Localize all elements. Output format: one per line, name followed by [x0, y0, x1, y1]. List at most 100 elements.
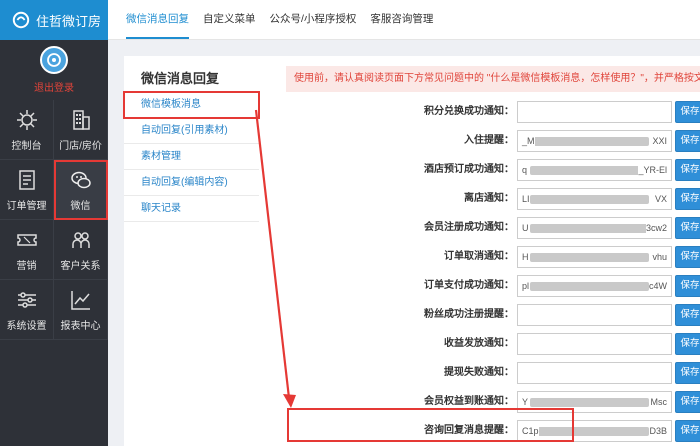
- field-label: 粉丝成功注册提醒：: [424, 309, 514, 320]
- template-id-input[interactable]: LI VX: [517, 188, 672, 210]
- redacted-value: [530, 224, 649, 233]
- user-area: 退出登录: [0, 40, 108, 100]
- nav-label: 客户关系: [60, 260, 101, 272]
- nav-label: 营销: [16, 260, 37, 272]
- nav-label: 系统设置: [6, 320, 47, 332]
- nav-item-reports[interactable]: 报表中心: [54, 280, 108, 340]
- input-value-start: U: [522, 223, 529, 233]
- sub-item-chat-history[interactable]: 聊天记录: [124, 196, 259, 222]
- form-row: 收益发放通知： 保存: [264, 332, 700, 356]
- input-value-end: Msc: [650, 392, 667, 412]
- nav-item-orders[interactable]: 订单管理: [0, 160, 54, 220]
- save-button[interactable]: 保存: [675, 159, 700, 181]
- form-row: 入住提醒： _M XXI 保存: [264, 129, 700, 153]
- field-label: 入住提醒：: [464, 135, 514, 146]
- ticket-icon: [16, 233, 37, 246]
- nav-item-console[interactable]: 控制台: [0, 100, 54, 160]
- nav-item-stores[interactable]: 门店/房价: [54, 100, 108, 160]
- input-value-end: c4W: [649, 276, 667, 296]
- nav-item-marketing[interactable]: 营销: [0, 220, 54, 280]
- users-icon: [71, 231, 90, 248]
- brand-bar[interactable]: 住哲微订房: [0, 0, 108, 40]
- template-id-input[interactable]: [517, 304, 672, 326]
- input-value-start: LI: [522, 194, 530, 204]
- redacted-value: [530, 398, 649, 407]
- save-button[interactable]: 保存: [675, 130, 700, 152]
- save-button[interactable]: 保存: [675, 304, 700, 326]
- template-id-input[interactable]: Hvhu: [517, 246, 672, 268]
- tab-wechat-reply[interactable]: 微信消息回复: [126, 0, 189, 39]
- top-tabs: 微信消息回复 自定义菜单 公众号/小程序授权 客服咨询管理: [108, 0, 700, 40]
- logout-link[interactable]: 退出登录: [34, 79, 74, 94]
- save-button[interactable]: 保存: [675, 333, 700, 355]
- template-id-input[interactable]: q _YR-El: [517, 159, 672, 181]
- nav-label: 订单管理: [6, 200, 47, 212]
- sub-menu: 微信消息回复 微信模板消息 自动回复(引用素材) 素材管理 自动回复(编辑内容)…: [123, 56, 264, 222]
- nav-item-wechat[interactable]: 微信: [54, 160, 108, 220]
- redacted-value: [530, 166, 649, 175]
- input-value-end: _YR-El: [638, 160, 667, 180]
- save-button[interactable]: 保存: [675, 362, 700, 384]
- save-button[interactable]: 保存: [675, 420, 700, 442]
- save-button[interactable]: 保存: [675, 217, 700, 239]
- input-value-end: vhu: [652, 247, 667, 267]
- template-id-input[interactable]: U 3cw2: [517, 217, 672, 239]
- save-button[interactable]: 保存: [675, 188, 700, 210]
- form-row: 订单取消通知： Hvhu 保存: [264, 245, 700, 269]
- save-button[interactable]: 保存: [675, 246, 700, 268]
- main-nav: 控制台 门店/房价 订单管理 微信 营销 客户关系 系统设置 报表中心: [0, 100, 108, 340]
- input-value-start: q: [522, 165, 528, 175]
- building-icon: [72, 109, 90, 130]
- nav-item-customers[interactable]: 客户关系: [54, 220, 108, 280]
- sliders-icon: [17, 291, 36, 308]
- chart-icon: [70, 290, 90, 310]
- redacted-value: [530, 282, 649, 291]
- sidebar: 住哲微订房 退出登录 控制台 门店/房价 订单管理 微信 营销 客户关系 系统设…: [0, 0, 108, 446]
- template-id-input[interactable]: [517, 101, 672, 123]
- template-id-input[interactable]: _M XXI: [517, 130, 672, 152]
- field-label: 会员注册成功通知：: [424, 222, 514, 233]
- avatar[interactable]: [40, 46, 68, 74]
- highlight-box: [287, 408, 574, 442]
- field-label: 离店通知：: [464, 193, 514, 204]
- nav-label: 控制台: [11, 140, 42, 152]
- sub-item-auto-reply-edit[interactable]: 自动回复(编辑内容): [124, 170, 259, 196]
- app-title: 住哲微订房: [36, 13, 102, 29]
- input-value-start: H: [522, 252, 529, 262]
- input-value-end: D3B: [649, 421, 667, 441]
- input-value-end: XXI: [652, 131, 667, 151]
- save-button[interactable]: 保存: [675, 391, 700, 413]
- tab-authorization[interactable]: 公众号/小程序授权: [270, 0, 357, 39]
- tab-custom-menu[interactable]: 自定义菜单: [203, 0, 256, 39]
- redacted-value: [530, 195, 649, 204]
- input-value-start: C1p: [522, 426, 539, 436]
- content-panel: 微信消息回复 微信模板消息 自动回复(引用素材) 素材管理 自动回复(编辑内容)…: [123, 56, 700, 446]
- save-button[interactable]: 保存: [675, 275, 700, 297]
- sub-item-auto-reply-material[interactable]: 自动回复(引用素材): [124, 118, 259, 144]
- input-value-start: _M: [522, 136, 535, 146]
- field-label: 提现失败通知：: [444, 367, 514, 378]
- nav-label: 报表中心: [60, 320, 101, 332]
- field-label: 酒店预订成功通知：: [424, 164, 514, 175]
- template-id-input[interactable]: pl c4W: [517, 275, 672, 297]
- document-icon: [18, 169, 35, 190]
- form-row: 离店通知： LI VX 保存: [264, 187, 700, 211]
- input-value-start: Y: [522, 397, 529, 407]
- form-row: 积分兑换成功通知： 保存: [264, 100, 700, 124]
- field-label: 订单取消通知：: [444, 251, 514, 262]
- save-button[interactable]: 保存: [675, 101, 700, 123]
- input-value-end: VX: [654, 189, 667, 209]
- tab-support-management[interactable]: 客服咨询管理: [370, 0, 433, 39]
- sub-item-material-management[interactable]: 素材管理: [124, 144, 259, 170]
- form-row: 会员注册成功通知： U 3cw2 保存: [264, 216, 700, 240]
- field-label: 收益发放通知：: [444, 338, 514, 349]
- redacted-value: [530, 137, 649, 146]
- gear-icon: [16, 109, 37, 130]
- nav-item-settings[interactable]: 系统设置: [0, 280, 54, 340]
- template-id-input[interactable]: [517, 333, 672, 355]
- input-value-end: 3cw2: [645, 218, 667, 238]
- form-row: 粉丝成功注册提醒： 保存: [264, 303, 700, 327]
- input-value-start: pl: [522, 281, 530, 291]
- sub-item-template-message[interactable]: 微信模板消息: [123, 91, 260, 119]
- template-id-input[interactable]: [517, 362, 672, 384]
